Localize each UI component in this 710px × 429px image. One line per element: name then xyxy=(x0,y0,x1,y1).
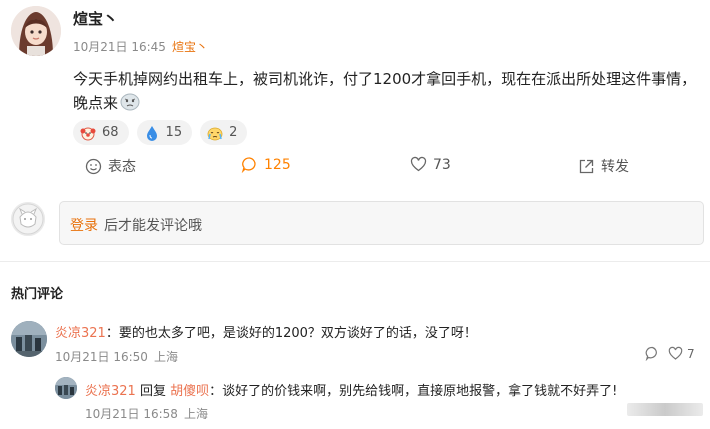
emote-label: 表态 xyxy=(108,159,136,175)
reply-body: 谈好了的价钱来啊，别先给钱啊，直接原地报警，拿了钱就不好弄了! xyxy=(222,384,618,399)
comment-reply-icon[interactable] xyxy=(645,346,660,361)
post-text: 今天手机掉网约出租车上，被司机讹诈，付了1200才拿回手机，现在在派出所处理这件… xyxy=(73,67,698,115)
post-meta: 10月21日 16:45 煊宝丶 xyxy=(73,38,208,55)
reaction-count: 15 xyxy=(165,125,183,140)
reply-meta: 10月21日 16:58 上海 xyxy=(85,405,208,422)
repost-label: 转发 xyxy=(601,159,629,175)
emote-button[interactable]: 表态 xyxy=(85,156,136,176)
reaction-tearful[interactable]: 2 xyxy=(200,120,248,145)
share-icon xyxy=(579,159,594,173)
reaction-clown[interactable]: 68 xyxy=(73,120,129,145)
repost-button[interactable]: 转发 xyxy=(578,156,629,176)
comment-button[interactable]: 125 xyxy=(241,156,291,173)
reaction-count: 2 xyxy=(229,125,238,140)
reply-separator: ： xyxy=(209,384,223,399)
login-link[interactable]: 登录 xyxy=(70,218,98,234)
watermark-badge xyxy=(627,403,703,416)
smile-icon xyxy=(85,158,102,174)
comment-like-count: 7 xyxy=(687,346,695,361)
reply-username[interactable]: 炎凉321 xyxy=(85,384,136,399)
post-date[interactable]: 10月21日 16:45 xyxy=(73,40,166,54)
section-divider xyxy=(0,261,710,262)
reply-text: 炎凉321 回复 胡傻呗：谈好了的价钱来啊，别先给钱啊，直接原地报警，拿了钱就不… xyxy=(85,380,617,399)
sad-face-icon xyxy=(120,93,140,111)
tearful-face-icon xyxy=(207,127,223,140)
hot-comments-title: 热门评论 xyxy=(11,287,64,302)
author-name[interactable]: 煊宝丶 xyxy=(73,8,118,29)
reply-date: 10月21日 16:58 xyxy=(85,407,178,421)
post-text-content: 今天手机掉网约出租车上，被司机讹诈，付了1200才拿回手机，现在在派出所处理这件… xyxy=(73,70,697,112)
reply-avatar[interactable] xyxy=(55,377,77,399)
comment-count: 125 xyxy=(264,156,291,173)
post-source[interactable]: 煊宝丶 xyxy=(172,40,208,54)
like-button[interactable]: 73 xyxy=(410,156,451,173)
reaction-count: 68 xyxy=(102,125,119,140)
comment-input-box[interactable]: 登录 后才能发评论哦 xyxy=(59,201,704,245)
comment-hint: 后才能发评论哦 xyxy=(104,218,202,234)
reply-word: 回复 xyxy=(139,384,166,399)
reaction-water-drop[interactable]: 15 xyxy=(136,120,193,145)
like-count: 73 xyxy=(433,156,451,173)
comment-body: 要的也太多了吧，是谈好的1200？双方谈好了的话，没了呀！ xyxy=(118,326,477,341)
commenter-avatar[interactable] xyxy=(11,321,47,357)
heart-icon xyxy=(668,346,683,360)
comment-like-button[interactable]: 7 xyxy=(668,346,695,361)
comment-date: 10月21日 16:50 xyxy=(55,350,148,364)
action-bar: 表态 125 73 转发 xyxy=(0,156,710,176)
default-avatar xyxy=(11,202,45,236)
heart-icon xyxy=(410,156,427,172)
comment-icon xyxy=(241,157,256,173)
comment-location: 上海 xyxy=(153,350,178,364)
clown-icon xyxy=(80,127,96,140)
comment-username[interactable]: 炎凉321 xyxy=(55,326,106,341)
comment-actions: 7 xyxy=(645,346,695,361)
author-avatar[interactable] xyxy=(11,6,61,56)
comment-separator: ： xyxy=(105,326,119,341)
water-drop-icon xyxy=(146,125,157,141)
reaction-bar: 68 15 2 xyxy=(73,120,248,145)
reply-location: 上海 xyxy=(183,407,208,421)
comment-text: 炎凉321：要的也太多了吧，是谈好的1200？双方谈好了的话，没了呀！ xyxy=(55,322,477,341)
comment-meta: 10月21日 16:50 上海 xyxy=(55,348,178,365)
reply-target-username[interactable]: 胡傻呗 xyxy=(170,384,209,399)
